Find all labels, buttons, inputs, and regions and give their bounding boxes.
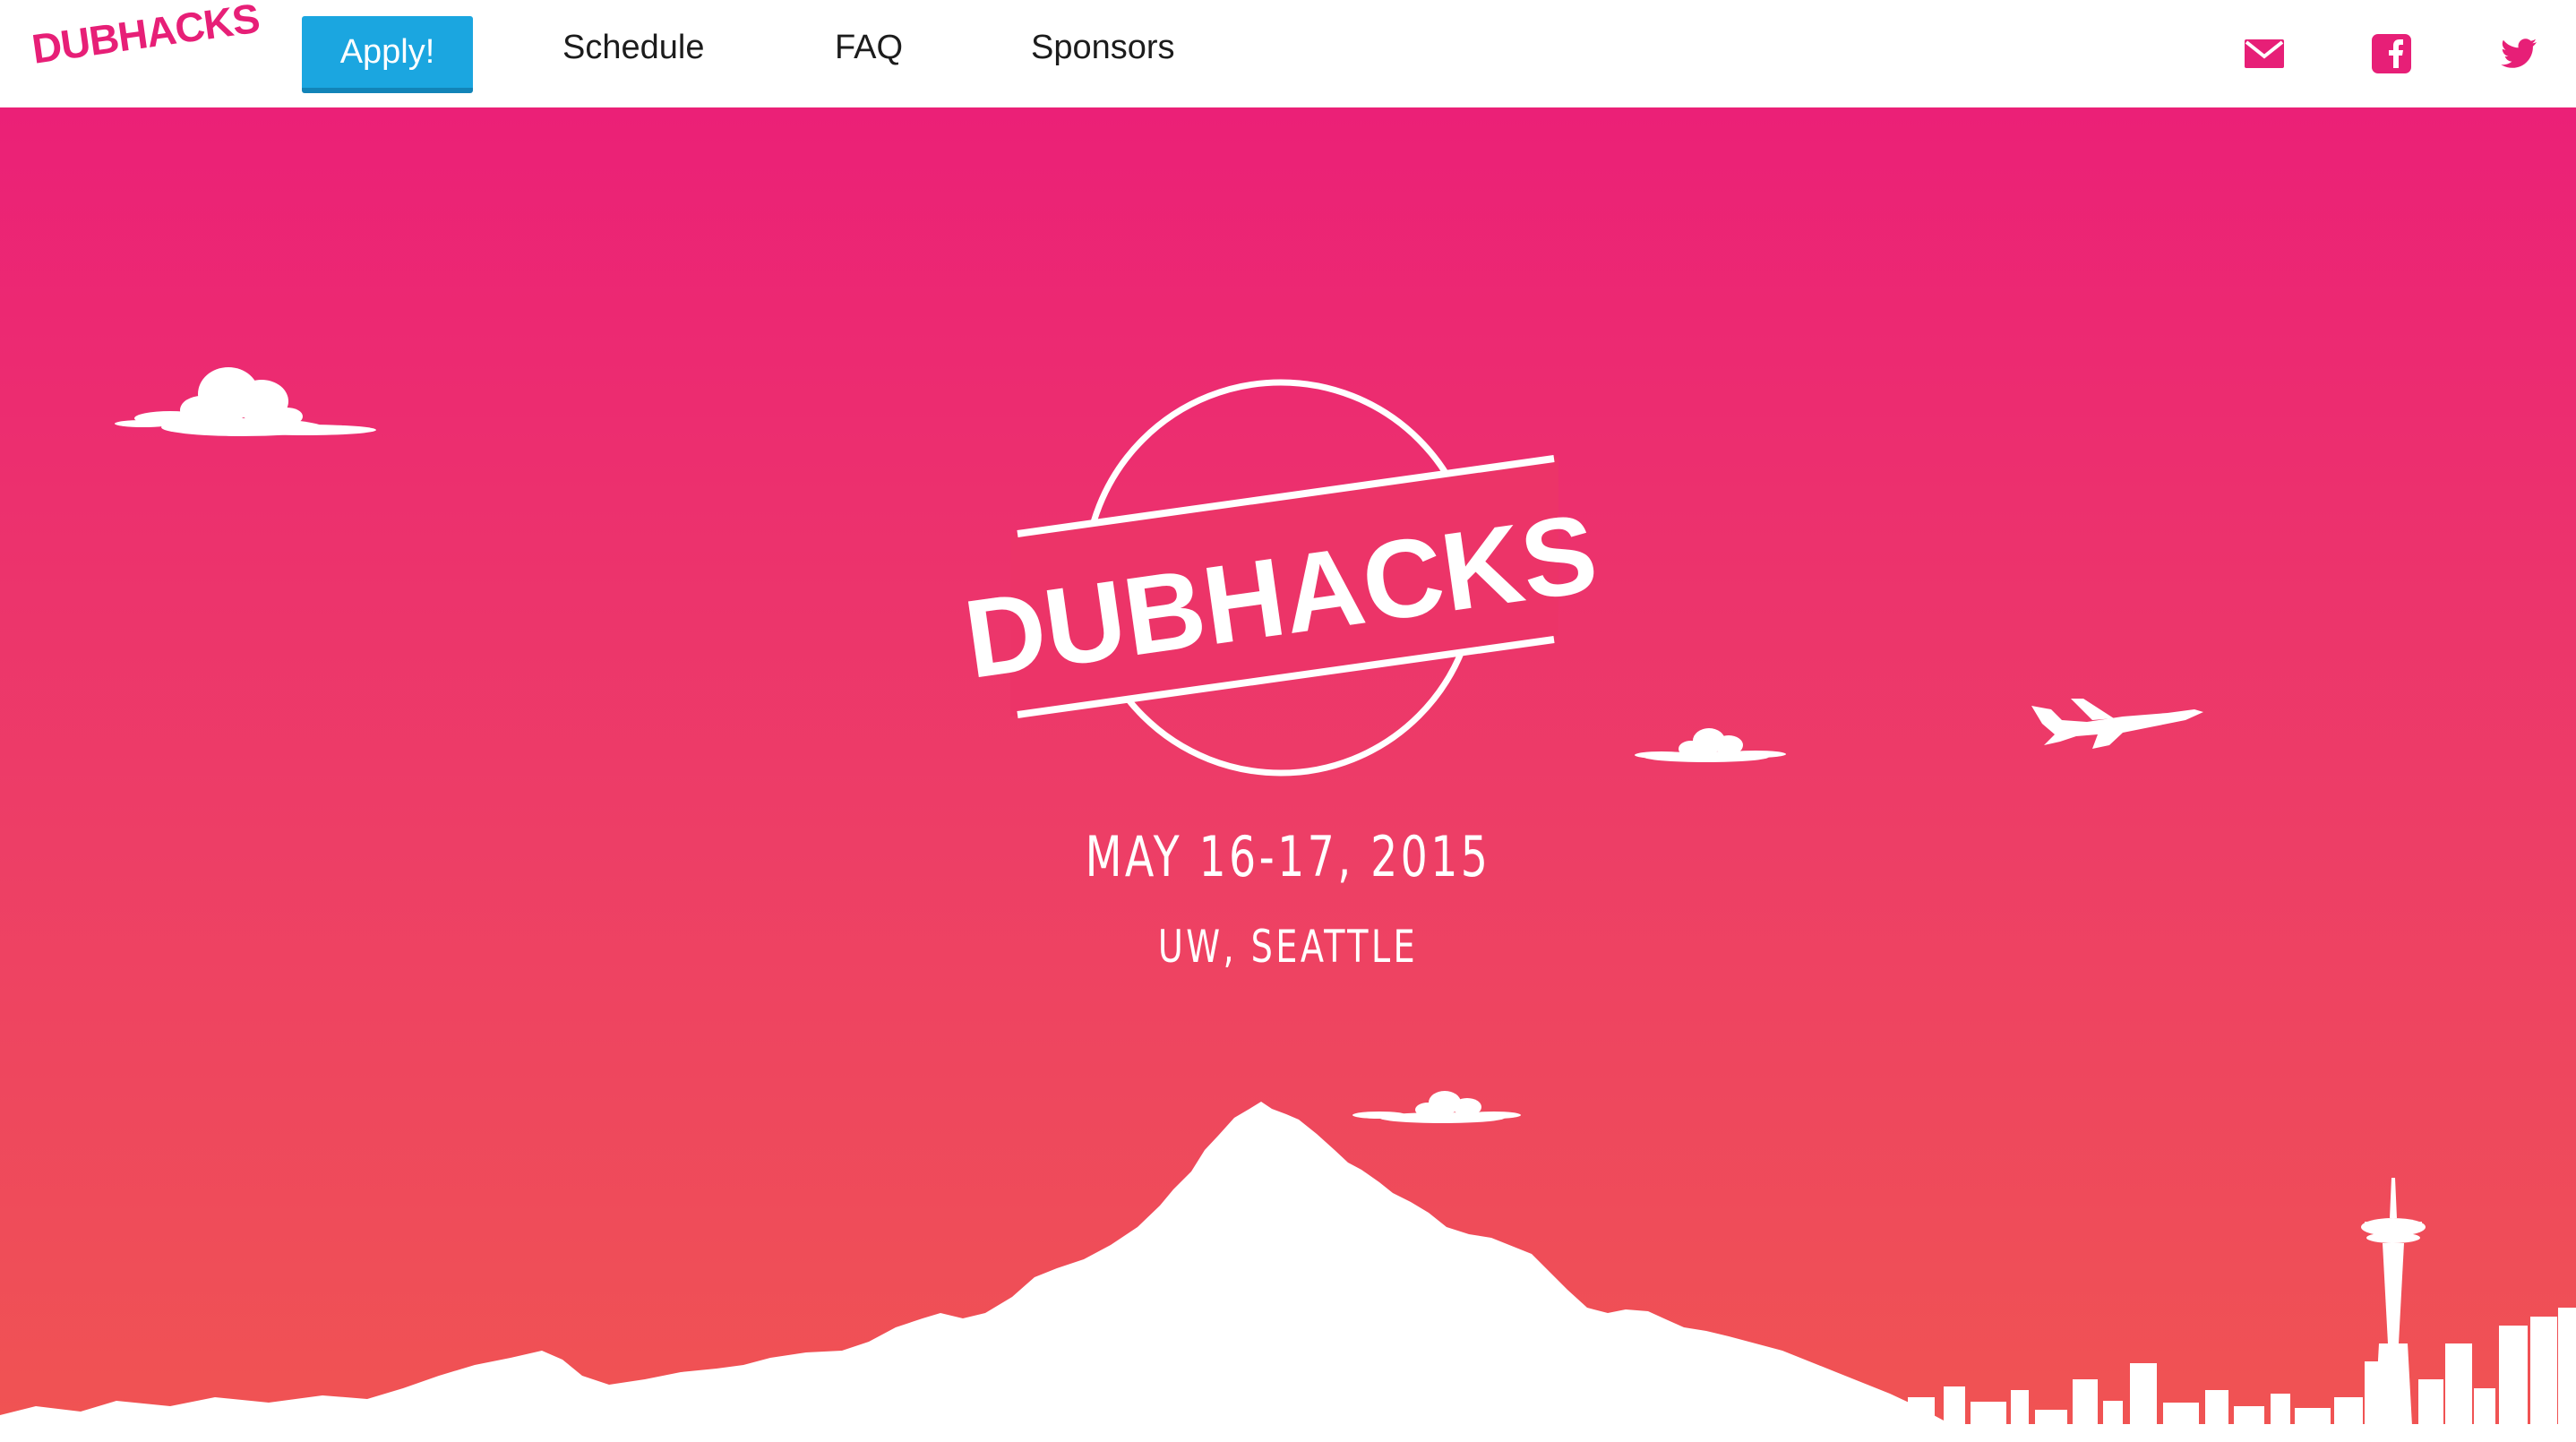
- apply-button[interactable]: Apply!: [302, 16, 473, 93]
- airplane-icon: [2031, 699, 2203, 749]
- nav-link-faq[interactable]: FAQ: [835, 29, 903, 67]
- logo[interactable]: DUBHACKS: [29, 0, 262, 73]
- mountain-silhouette: [0, 1102, 1997, 1442]
- page: DUBHACKS Apply! Schedule FAQ Sponsors DU…: [0, 0, 2576, 1442]
- city-skyline: [1899, 1178, 2576, 1442]
- nav-link-schedule[interactable]: Schedule: [562, 29, 704, 67]
- hero-scene: DUBHACKS: [0, 367, 2576, 1442]
- cloud-icon: [1635, 728, 1786, 762]
- event-date: MAY 16-17, 2015: [1085, 824, 1491, 889]
- facebook-icon[interactable]: [2370, 32, 2413, 75]
- dubhacks-badge: DUBHACKS: [957, 379, 1604, 777]
- nav-link-sponsors[interactable]: Sponsors: [1031, 29, 1175, 67]
- cloud-icon: [1352, 1091, 1521, 1123]
- event-location: UW, SEATTLE: [1157, 921, 1419, 973]
- mail-icon[interactable]: [2243, 32, 2286, 75]
- hero-section: DUBHACKS MAY 16-17, 2015 UW, SEATTLE: [0, 107, 2576, 1442]
- cloud-icon: [115, 367, 376, 436]
- twitter-icon[interactable]: [2497, 32, 2540, 75]
- top-nav: DUBHACKS Apply! Schedule FAQ Sponsors: [0, 0, 2576, 107]
